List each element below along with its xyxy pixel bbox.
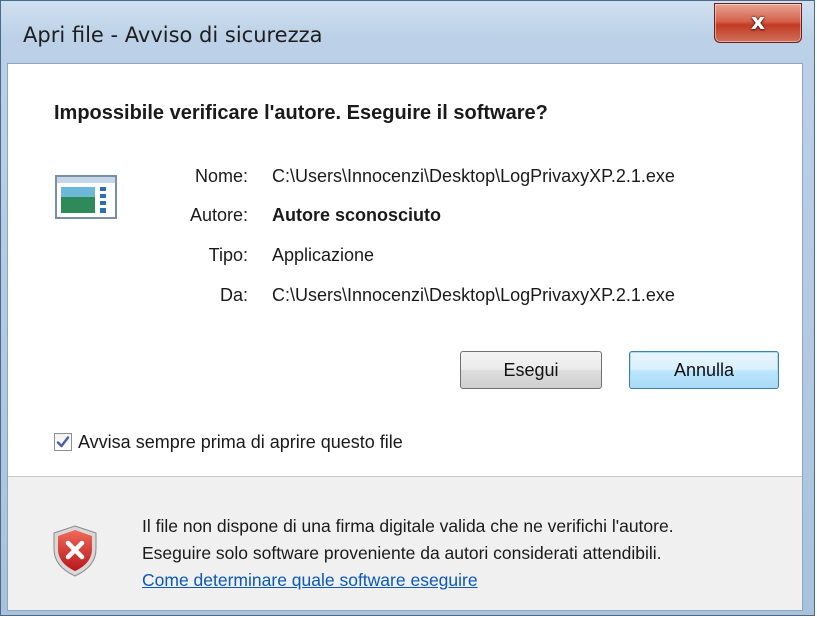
checkmark-icon (56, 436, 70, 448)
security-warning-dialog: Apri file - Avviso di sicurezza x Imposs… (0, 0, 815, 616)
footer-line-1: Il file non dispone di una firma digital… (142, 516, 674, 536)
dialog-content: Impossibile verificare l'autore. Eseguir… (7, 63, 803, 611)
window-title: Apri file - Avviso di sicurezza (23, 23, 323, 47)
type-label: Tipo: (208, 245, 248, 265)
author-value: Autore sconosciuto (272, 205, 442, 225)
from-label: Da: (219, 285, 248, 305)
type-value: Applicazione (272, 245, 375, 265)
footer-message: Il file non dispone di una firma digital… (142, 513, 674, 594)
from-value: C:\Users\Innocenzi\Desktop\LogPrivaxyXP.… (272, 285, 675, 305)
help-link[interactable]: Come determinare quale software eseguire (142, 570, 478, 590)
main-question: Impossibile verificare l'autore. Eseguir… (54, 102, 548, 124)
close-button[interactable]: x (714, 3, 802, 43)
footer-line-2: Eseguire solo software proveniente da au… (142, 543, 662, 563)
name-value: C:\Users\Innocenzi\Desktop\LogPrivaxyXP.… (272, 166, 675, 186)
cancel-button[interactable]: Annulla (629, 351, 779, 389)
title-bar[interactable]: Apri file - Avviso di sicurezza x (1, 1, 814, 61)
always-ask-option[interactable]: Avvisa sempre prima di aprire questo fil… (54, 430, 403, 454)
run-button[interactable]: Esegui (460, 351, 602, 389)
close-icon: x (750, 10, 766, 35)
author-label: Autore: (189, 205, 248, 225)
name-label: Nome: (194, 166, 248, 186)
always-ask-label: Avvisa sempre prima di aprire questo fil… (78, 431, 403, 452)
always-ask-checkbox[interactable] (54, 433, 72, 451)
security-warning-shield-icon (53, 525, 97, 577)
warning-footer: Il file non dispone di una firma digital… (8, 477, 802, 610)
